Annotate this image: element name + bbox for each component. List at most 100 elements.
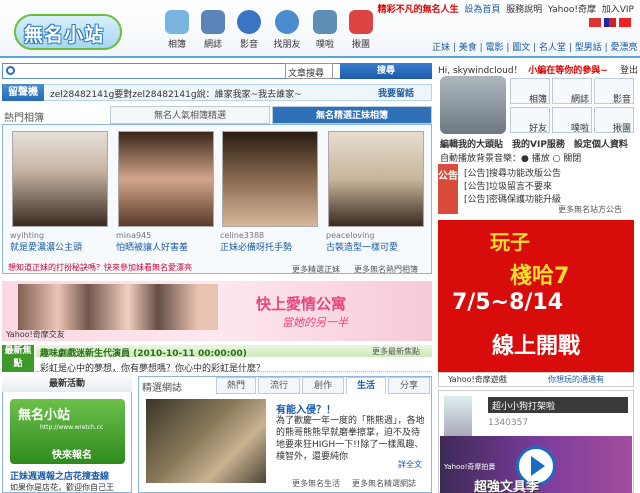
nav-blog[interactable]: 網誌 — [198, 10, 228, 50]
announcement-item[interactable]: [公告]密碼保護功能升級 — [464, 192, 561, 205]
link-set-homepage[interactable]: 設為首頁 — [464, 5, 500, 15]
tab-hot[interactable]: 熱門 — [216, 377, 256, 394]
greeting-text: Hi, skywindcloud！ — [438, 66, 523, 76]
profile-links[interactable]: 編輯我的大頭貼 我的VIP服務 設定個人資料 — [440, 137, 628, 150]
blog-excerpt: 為了歡慶一年一度的「熊熊週」，各地的熊哥熊熊早就磨拳擦掌，迫不及待地要來狂HIG… — [276, 416, 425, 462]
tab-share[interactable]: 分享 — [388, 377, 430, 394]
tab-popular-albums[interactable]: 無名人氣相簿精選 — [110, 106, 270, 124]
video-view-count: 1340357 — [488, 418, 529, 428]
tab-trend[interactable]: 流行 — [258, 377, 300, 394]
banner-title: 快上愛情公寓 — [256, 295, 347, 313]
more-news-link[interactable]: 更多最新焦點 — [372, 346, 420, 357]
nav-label: 相簿 — [167, 40, 186, 50]
album-caption[interactable]: 就是愛濃濃公主頭 — [10, 240, 110, 253]
nav-label: 揪團 — [351, 40, 370, 50]
tag-row[interactable]: 正妹 | 美食 | 電影 | 圖文 | 名人堂 | 型男話 | 愛漂亮 — [432, 40, 640, 53]
announcement-item[interactable]: [公告]搜尋功能改版公告 — [464, 166, 561, 179]
search-button[interactable]: 搜尋 — [340, 63, 432, 79]
album-icon — [165, 10, 189, 34]
quick-friends-button[interactable]: 好友 — [510, 107, 550, 134]
site-logo[interactable]: 無名小站 — [14, 14, 122, 50]
quick-plurk-button[interactable]: 噗啦 — [552, 107, 592, 134]
album-user[interactable]: wyihting — [10, 231, 110, 240]
album-card[interactable]: mina945 怕晒被讓人好害羞 — [116, 131, 216, 253]
album-user[interactable]: mina945 — [116, 231, 216, 240]
hk-flag-icon[interactable] — [589, 18, 601, 27]
play-icon — [531, 456, 545, 476]
activity-headline[interactable]: 正妹週週報之店花搜查線 — [10, 469, 109, 482]
avatar[interactable] — [440, 76, 506, 134]
more-life-link[interactable]: 更多無名生活 — [292, 478, 340, 489]
read-more-link[interactable]: 詳全文 — [398, 459, 422, 470]
quick-video-button[interactable]: 影音 — [594, 78, 634, 105]
ad-date: 7/5~8/14 — [452, 290, 564, 315]
nav-label: 網誌 — [203, 40, 222, 50]
nav-video[interactable]: 影音 — [234, 10, 264, 50]
guestbook-message[interactable]: zel28482141g要對zel28482141g說：誰家我家~我去誰家~ — [50, 87, 302, 100]
nav-plurk[interactable]: 噗啦 — [310, 10, 340, 50]
album-user[interactable]: celine3388 — [220, 231, 320, 240]
video-thumbnail[interactable] — [444, 396, 472, 436]
guestbook-label: 留聲機 — [2, 84, 44, 101]
link-yahoo[interactable]: Yahoo!奇摩 — [548, 5, 596, 15]
announcement-item[interactable]: [公告]垃圾留言不要來 — [464, 179, 552, 192]
album-user[interactable]: peaceloving — [326, 231, 426, 240]
logo-text: 無名小站 — [24, 24, 105, 46]
welcome-link[interactable]: 小編在等你的參與~ — [528, 66, 608, 76]
tab-create[interactable]: 創作 — [302, 377, 344, 394]
video-title[interactable]: 超小小狗打架啦 — [488, 397, 628, 413]
banner-models-image — [18, 284, 218, 330]
nav-label: 影音 — [239, 40, 258, 50]
search-icon — [6, 66, 15, 75]
nav-album[interactable]: 相簿 — [162, 10, 192, 50]
link-help[interactable]: 服務說明 — [506, 5, 542, 15]
ad-slogan[interactable]: 你想玩的通通有 — [548, 374, 604, 385]
tab-featured-girls[interactable]: 無名精選正妹相簿 — [272, 106, 432, 124]
activity-title: 最新活動 — [2, 376, 132, 392]
top-links: 精彩不凡的無名人生 設為首頁 服務說明 Yahoo!奇摩 加入VIP — [378, 2, 634, 15]
play-icon — [237, 10, 261, 34]
album-thumbnail[interactable] — [222, 131, 318, 227]
nav-group[interactable]: 揪團 — [346, 10, 376, 50]
activity-join-button[interactable]: 快來報名 — [52, 446, 92, 461]
blog-icon — [201, 10, 225, 34]
cn-flag-icon[interactable] — [619, 18, 631, 27]
album-thumbnail[interactable] — [118, 131, 214, 227]
album-thumbnail[interactable] — [328, 131, 424, 227]
link-join-vip[interactable]: 加入VIP — [602, 5, 634, 15]
album-caption[interactable]: 古裝造型一樣可愛 — [326, 240, 426, 253]
blog-headline[interactable]: 有能入侵？！ — [276, 401, 336, 416]
album-card[interactable]: peaceloving 古裝造型一樣可愛 — [326, 131, 426, 253]
logout-link[interactable]: 登出 — [620, 63, 638, 76]
chat-bubble-icon — [313, 10, 337, 34]
album-card[interactable]: wyihting 就是愛濃濃公主頭 — [10, 131, 110, 253]
banner-subtitle: 當她的另一半 — [282, 316, 348, 329]
more-announcements-link[interactable]: 更多無名站方公告 — [558, 204, 622, 215]
tw-flag-icon[interactable] — [604, 18, 616, 27]
auction-source: Yahoo!奇摩拍賣 — [444, 463, 496, 471]
album-card[interactable]: celine3388 正妹必備呀托手勢 — [220, 131, 320, 253]
quick-album-button[interactable]: 相簿 — [510, 78, 550, 105]
quick-group-button[interactable]: 揪團 — [594, 107, 634, 134]
flags — [586, 18, 631, 28]
ad-title-line2: 棧哈7 — [510, 264, 570, 289]
autoplay-setting[interactable]: 自動播放背景音樂：● 播放 ○ 關閉 — [440, 151, 581, 164]
search-type-select[interactable]: 文章搜尋 — [285, 63, 333, 79]
news-headline[interactable]: 趣味劇戲迷新生代演員 (2010-10-11 00:00:00) — [40, 346, 247, 359]
nav-label: 找朋友 — [273, 40, 301, 50]
news-question[interactable]: 彩虹是心中的夢想，你有夢想嗎？你心中的彩虹是什麼？ — [40, 361, 265, 374]
ad-title-line1: 玩子 — [490, 230, 530, 254]
blog-image[interactable] — [146, 399, 266, 483]
album-thumbnail[interactable] — [12, 131, 108, 227]
ad-source[interactable]: Yahoo!奇摩遊戲 — [448, 374, 507, 385]
album-caption[interactable]: 正妹必備呀托手勢 — [220, 240, 320, 253]
more-featured-girls-link[interactable]: 更多精選正妹 — [292, 264, 340, 275]
quick-blog-button[interactable]: 網誌 — [552, 78, 592, 105]
album-caption[interactable]: 怕晒被讓人好害羞 — [116, 240, 216, 253]
more-blogs-link[interactable]: 更多無名精選網誌 — [352, 478, 416, 489]
leave-message-button[interactable]: 我要留話 — [378, 86, 414, 99]
tab-life[interactable]: 生活 — [346, 377, 386, 394]
nav-find-friends[interactable]: 找朋友 — [272, 10, 302, 50]
album-promo-link[interactable]: 想知道正妹的打扮秘訣嗎？快來參加妹看無名愛漂亮 — [8, 262, 192, 273]
more-popular-albums-link[interactable]: 更多無名熱門相簿 — [354, 264, 418, 275]
